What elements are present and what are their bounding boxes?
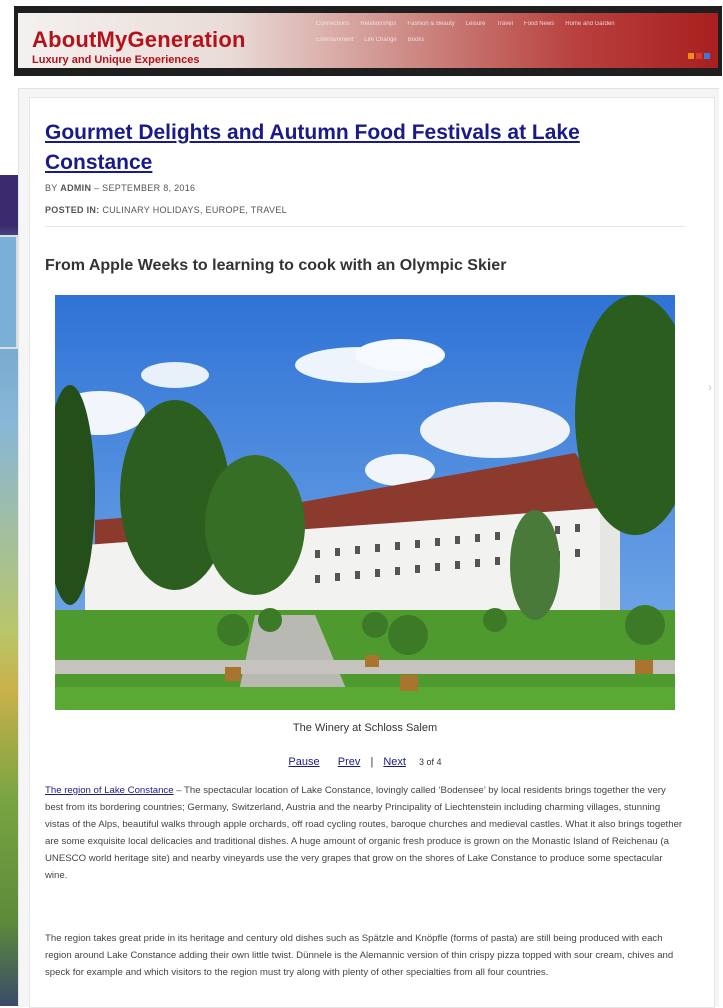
meta-divider bbox=[45, 226, 685, 227]
slide-counter: 3 of 4 bbox=[419, 757, 442, 767]
prev-button[interactable]: Prev bbox=[338, 756, 361, 768]
slideshow-image[interactable] bbox=[55, 295, 675, 710]
post-date: – SEPTEMBER 8, 2016 bbox=[94, 183, 196, 193]
slideshow-controls: Pause Prev | Next 3 of 4 bbox=[55, 756, 675, 768]
nav-row-2: Entertainment Life Change Books bbox=[316, 37, 716, 43]
posted-in-label: POSTED IN: bbox=[45, 205, 100, 215]
nav-item-leisure[interactable]: Leisure bbox=[466, 21, 486, 27]
control-separator: | bbox=[370, 756, 374, 768]
background-side-image bbox=[0, 175, 20, 1006]
slideshow-caption: The Winery at Schloss Salem bbox=[292, 722, 438, 734]
site-tagline: Luxury and Unique Experiences bbox=[32, 54, 200, 66]
google-plus-icon[interactable] bbox=[696, 53, 702, 59]
post-categories: POSTED IN: CULINARY HOLIDAYS, EUROPE, TR… bbox=[45, 205, 287, 215]
post-subheading: From Apple Weeks to learning to cook wit… bbox=[45, 257, 507, 274]
main-nav: Connections Relationships Fashion & Beau… bbox=[316, 21, 716, 53]
nav-item-fashion-beauty[interactable]: Fashion & Beauty bbox=[407, 21, 454, 27]
header-banner: AboutMyGeneration Luxury and Unique Expe… bbox=[18, 13, 718, 68]
nav-item-food-news[interactable]: Food News bbox=[524, 21, 554, 27]
rss-icon[interactable] bbox=[688, 53, 694, 59]
nav-item-relationships[interactable]: Relationships bbox=[360, 21, 396, 27]
lake-constance-link[interactable]: The region of Lake Constance bbox=[45, 785, 174, 796]
nav-item-life-change[interactable]: Life Change bbox=[364, 37, 396, 43]
next-button[interactable]: Next bbox=[383, 756, 406, 768]
paragraph-2-text: The region takes great pride in its heri… bbox=[45, 933, 674, 978]
byline-prefix: BY bbox=[45, 183, 58, 193]
nav-row-1: Connections Relationships Fashion & Beau… bbox=[316, 21, 716, 27]
category-links[interactable]: CULINARY HOLIDAYS, EUROPE, TRAVEL bbox=[102, 205, 287, 215]
body-paragraph-2: The region takes great pride in its heri… bbox=[45, 930, 685, 981]
schloss-salem-photo bbox=[55, 295, 675, 710]
author-link[interactable]: ADMIN bbox=[60, 183, 91, 193]
side-image-frame bbox=[0, 235, 18, 349]
facebook-icon[interactable] bbox=[704, 53, 710, 59]
pause-button[interactable]: Pause bbox=[288, 756, 319, 768]
nav-item-travel[interactable]: Travel bbox=[496, 21, 512, 27]
social-icons bbox=[688, 53, 710, 59]
nav-item-books[interactable]: Books bbox=[408, 37, 425, 43]
next-slide-arrow-icon[interactable]: › bbox=[708, 380, 714, 394]
post-byline: BY ADMIN – SEPTEMBER 8, 2016 bbox=[45, 183, 195, 193]
nav-item-home-garden[interactable]: Home and Garden bbox=[565, 21, 614, 27]
body-paragraph-1: The region of Lake Constance – The spect… bbox=[45, 782, 685, 884]
site-header: AboutMyGeneration Luxury and Unique Expe… bbox=[14, 6, 722, 76]
nav-item-connections[interactable]: Connections bbox=[316, 21, 349, 27]
post-title[interactable]: Gourmet Delights and Autumn Food Festiva… bbox=[45, 118, 665, 178]
site-logo-title[interactable]: AboutMyGeneration bbox=[32, 27, 246, 53]
nav-item-entertainment[interactable]: Entertainment bbox=[316, 37, 353, 43]
paragraph-1-text: – The spectacular location of Lake Const… bbox=[45, 785, 683, 881]
